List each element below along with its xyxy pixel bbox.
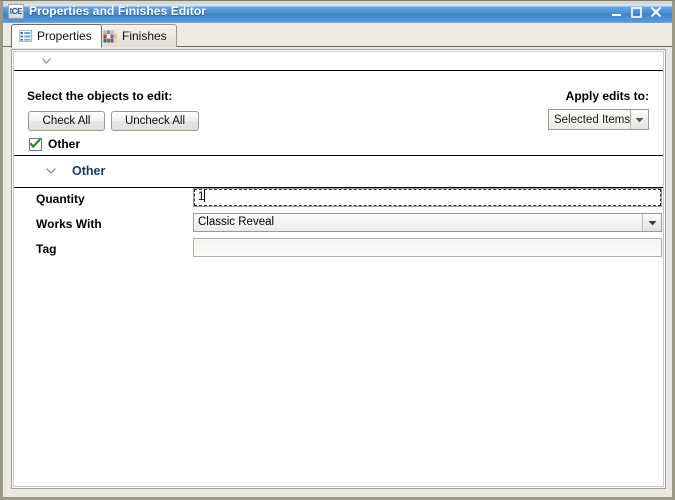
select-objects-section: Select the objects to edit: Check All Un… bbox=[14, 71, 663, 156]
app-icon: ICE bbox=[8, 4, 24, 19]
property-form: Quantity 1 Works With Classic Reveal Tag bbox=[14, 188, 663, 263]
field-row-works-with: Works With Classic Reveal bbox=[14, 213, 663, 238]
text-caret bbox=[204, 190, 206, 202]
editor-window: ICE Properties and Finishes Editor Prope… bbox=[0, 0, 675, 500]
tab-strip: Properties Finishes bbox=[3, 23, 672, 48]
other-group-header[interactable]: Other bbox=[14, 156, 663, 188]
tag-label: Tag bbox=[36, 242, 57, 256]
apply-edits-select[interactable]: Selected Items bbox=[548, 109, 649, 130]
tab-properties[interactable]: Properties bbox=[11, 24, 102, 48]
tab-finishes-label: Finishes bbox=[122, 29, 167, 43]
properties-panel-inner: Select the objects to edit: Check All Un… bbox=[13, 51, 664, 487]
tab-properties-label: Properties bbox=[37, 29, 92, 43]
select-objects-heading: Select the objects to edit: bbox=[27, 89, 173, 103]
apply-edits-value: Selected Items bbox=[554, 113, 631, 126]
list-icon bbox=[19, 30, 32, 42]
chevron-down-icon[interactable] bbox=[46, 168, 56, 174]
field-row-tag: Tag bbox=[14, 238, 663, 263]
quantity-input[interactable]: 1 bbox=[193, 188, 662, 207]
color-swatches-icon bbox=[103, 29, 117, 43]
other-checkbox-row[interactable]: Other bbox=[29, 137, 80, 151]
title-bar[interactable]: ICE Properties and Finishes Editor bbox=[3, 1, 672, 23]
minimize-icon[interactable] bbox=[606, 4, 626, 20]
chevron-down-icon[interactable] bbox=[630, 110, 648, 129]
field-row-quantity: Quantity 1 bbox=[14, 188, 663, 213]
maximize-icon[interactable] bbox=[626, 4, 646, 20]
works-with-label: Works With bbox=[36, 217, 102, 231]
chevron-down-icon[interactable] bbox=[42, 58, 51, 64]
uncheck-all-button[interactable]: Uncheck All bbox=[111, 111, 199, 131]
works-with-select[interactable]: Classic Reveal bbox=[193, 213, 662, 232]
window-title: Properties and Finishes Editor bbox=[29, 4, 207, 18]
apply-edits-label: Apply edits to: bbox=[565, 89, 649, 103]
other-checkbox-label: Other bbox=[48, 137, 81, 151]
quantity-label: Quantity bbox=[36, 192, 85, 206]
close-icon[interactable] bbox=[646, 4, 666, 20]
chevron-down-icon[interactable] bbox=[642, 214, 661, 231]
properties-panel: Select the objects to edit: Check All Un… bbox=[11, 49, 666, 489]
other-group-title: Other bbox=[72, 164, 106, 178]
tab-finishes[interactable]: Finishes bbox=[95, 24, 177, 47]
other-checkbox[interactable] bbox=[29, 137, 42, 151]
check-all-button[interactable]: Check All bbox=[28, 111, 105, 131]
tag-input[interactable] bbox=[193, 238, 662, 257]
top-collapse-band bbox=[14, 52, 663, 71]
works-with-value: Classic Reveal bbox=[198, 216, 275, 228]
window-controls bbox=[606, 4, 666, 20]
